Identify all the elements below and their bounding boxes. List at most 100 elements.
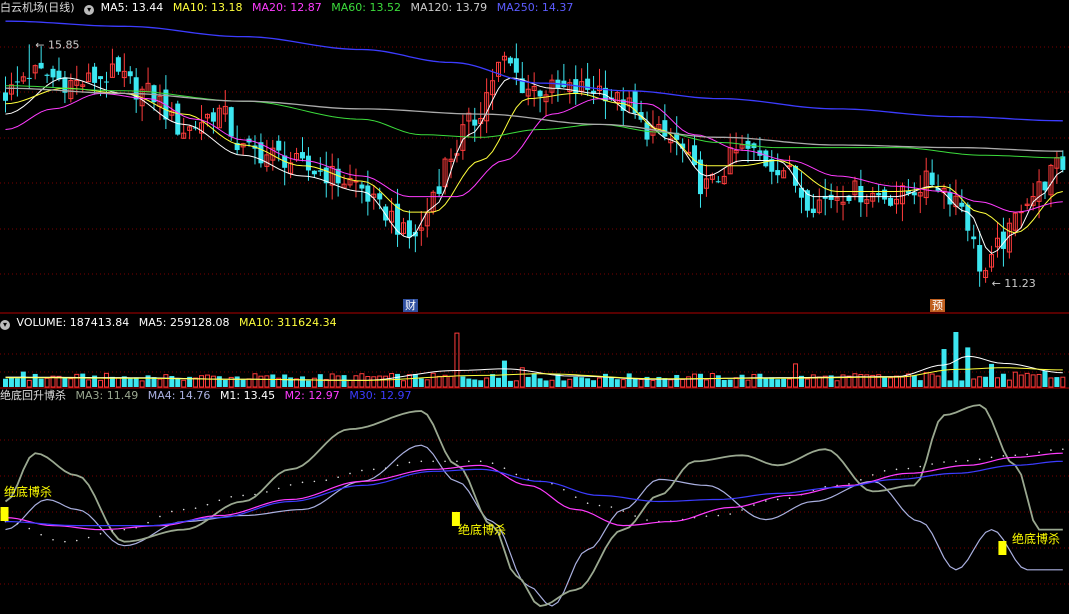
volume-bar bbox=[341, 375, 347, 387]
volume-bar bbox=[430, 372, 436, 388]
osc-m1-dot bbox=[111, 529, 114, 532]
volume-bar bbox=[709, 372, 715, 388]
volume-bar bbox=[26, 379, 32, 388]
osc-m1-dot bbox=[883, 470, 886, 472]
candle-body bbox=[383, 206, 389, 221]
volume-bar bbox=[816, 376, 822, 388]
ma250-legend: MA250: 14.37 bbox=[496, 1, 574, 14]
volume-bar bbox=[852, 373, 858, 388]
osc-m1-dot bbox=[28, 527, 31, 530]
volume-bar bbox=[169, 376, 175, 387]
volume-bar bbox=[674, 374, 680, 387]
volume-bar bbox=[98, 379, 104, 388]
volume-bar bbox=[721, 379, 727, 387]
volume-bar bbox=[365, 376, 371, 388]
volume-bar bbox=[781, 378, 787, 387]
candle-body bbox=[406, 220, 412, 238]
volume-bar bbox=[32, 373, 38, 387]
event-marker-cai[interactable]: 财 bbox=[403, 299, 418, 312]
volume-bar bbox=[496, 377, 502, 387]
volume-bar bbox=[14, 378, 20, 387]
volume-bar bbox=[68, 378, 74, 388]
osc-m1-dot bbox=[622, 510, 625, 512]
osc-m1-dot bbox=[765, 500, 767, 502]
volume-bar bbox=[965, 347, 971, 387]
volume-bar bbox=[579, 377, 585, 387]
candle-body bbox=[228, 107, 234, 137]
chart-canvas[interactable]: ← 15.85← 11.23绝底博杀绝底博杀绝底博杀 bbox=[0, 0, 1069, 614]
osc-m1-dot bbox=[1050, 449, 1052, 451]
osc-m1-dot bbox=[586, 502, 589, 504]
volume-bar bbox=[448, 375, 454, 388]
osc-m1-dot bbox=[860, 479, 862, 481]
volume-bar bbox=[525, 376, 531, 387]
volume-bar bbox=[769, 377, 775, 387]
ma20-legend: MA20: 12.87 bbox=[252, 1, 322, 14]
volume-bar bbox=[216, 376, 222, 387]
candle-body bbox=[977, 245, 983, 272]
volume-bar bbox=[1060, 376, 1066, 388]
settings-circle-icon[interactable]: ▾ bbox=[84, 5, 95, 15]
volume-bar bbox=[490, 374, 496, 387]
volume-bar bbox=[935, 375, 941, 388]
volume-bar bbox=[501, 360, 507, 387]
osc-m1-dot bbox=[171, 510, 173, 513]
osc-m1-dot bbox=[1062, 448, 1064, 451]
osc-m30-line bbox=[5, 460, 1063, 527]
candle-body bbox=[888, 197, 894, 206]
volume-bar bbox=[1036, 373, 1042, 388]
osc-m1-dot bbox=[943, 461, 945, 463]
signal-label: 绝底博杀 bbox=[458, 522, 506, 537]
candle-body bbox=[311, 170, 317, 175]
osc-m1-dot bbox=[349, 472, 351, 475]
candle-body bbox=[513, 58, 519, 73]
candle-body bbox=[14, 81, 20, 83]
volume-bar bbox=[466, 378, 472, 387]
osc-header: 绝底回升博杀 MA3: 11.49 MA4: 14.76 M1: 13.45 M… bbox=[0, 388, 418, 404]
volume-bar bbox=[923, 372, 929, 388]
event-marker-yu[interactable]: 预 bbox=[930, 299, 945, 312]
settings-circle-icon[interactable]: ▾ bbox=[0, 320, 10, 330]
candle-body bbox=[26, 77, 32, 79]
candle-body bbox=[763, 150, 769, 167]
volume-legend: VOLUME: 187413.84 bbox=[16, 316, 130, 329]
volume-bar bbox=[246, 378, 252, 388]
osc-m1-dot bbox=[182, 508, 185, 511]
volume-bar bbox=[585, 378, 591, 387]
volume-bar bbox=[163, 374, 169, 388]
osc-m1-dot bbox=[301, 481, 304, 484]
volume-bar bbox=[668, 379, 674, 388]
osc-m1-dot bbox=[87, 536, 90, 539]
osc-m1-dot bbox=[372, 468, 375, 471]
osc-m1-dot bbox=[1014, 454, 1017, 457]
volume-header: ▾ VOLUME: 187413.84 MA5: 259128.08 MA10:… bbox=[0, 315, 343, 331]
osc-m1-dot bbox=[40, 533, 42, 536]
volume-bar bbox=[810, 374, 816, 388]
osc-m1-dot bbox=[408, 461, 411, 464]
volume-bar bbox=[145, 375, 151, 387]
volume-bar bbox=[947, 380, 953, 387]
osc-m1-dot bbox=[871, 474, 874, 476]
osc-m1-dot bbox=[491, 462, 494, 464]
volume-bar bbox=[133, 377, 139, 387]
volume-bar bbox=[989, 363, 995, 387]
osc-m1-dot bbox=[456, 460, 458, 463]
volume-bar bbox=[234, 376, 240, 387]
osc-m1-dot bbox=[978, 458, 981, 460]
osc-m1-dot bbox=[753, 504, 755, 506]
volume-bar bbox=[436, 375, 442, 388]
signal-marker bbox=[0, 507, 9, 521]
volume-bar bbox=[252, 373, 258, 388]
osc-ma4-line bbox=[4, 404, 1063, 607]
osc-m1-dot bbox=[266, 491, 268, 493]
volume-bar bbox=[602, 373, 608, 387]
volume-bar bbox=[775, 379, 781, 387]
volume-bar bbox=[632, 378, 638, 387]
candle-body bbox=[472, 119, 478, 126]
osc-m1-dot bbox=[194, 507, 197, 509]
volume-bar bbox=[591, 380, 597, 387]
volume-bar bbox=[573, 376, 579, 387]
osc-m1-dot bbox=[931, 463, 933, 465]
osc-m1-dot bbox=[159, 515, 161, 518]
osc-m1-dot bbox=[895, 468, 898, 471]
